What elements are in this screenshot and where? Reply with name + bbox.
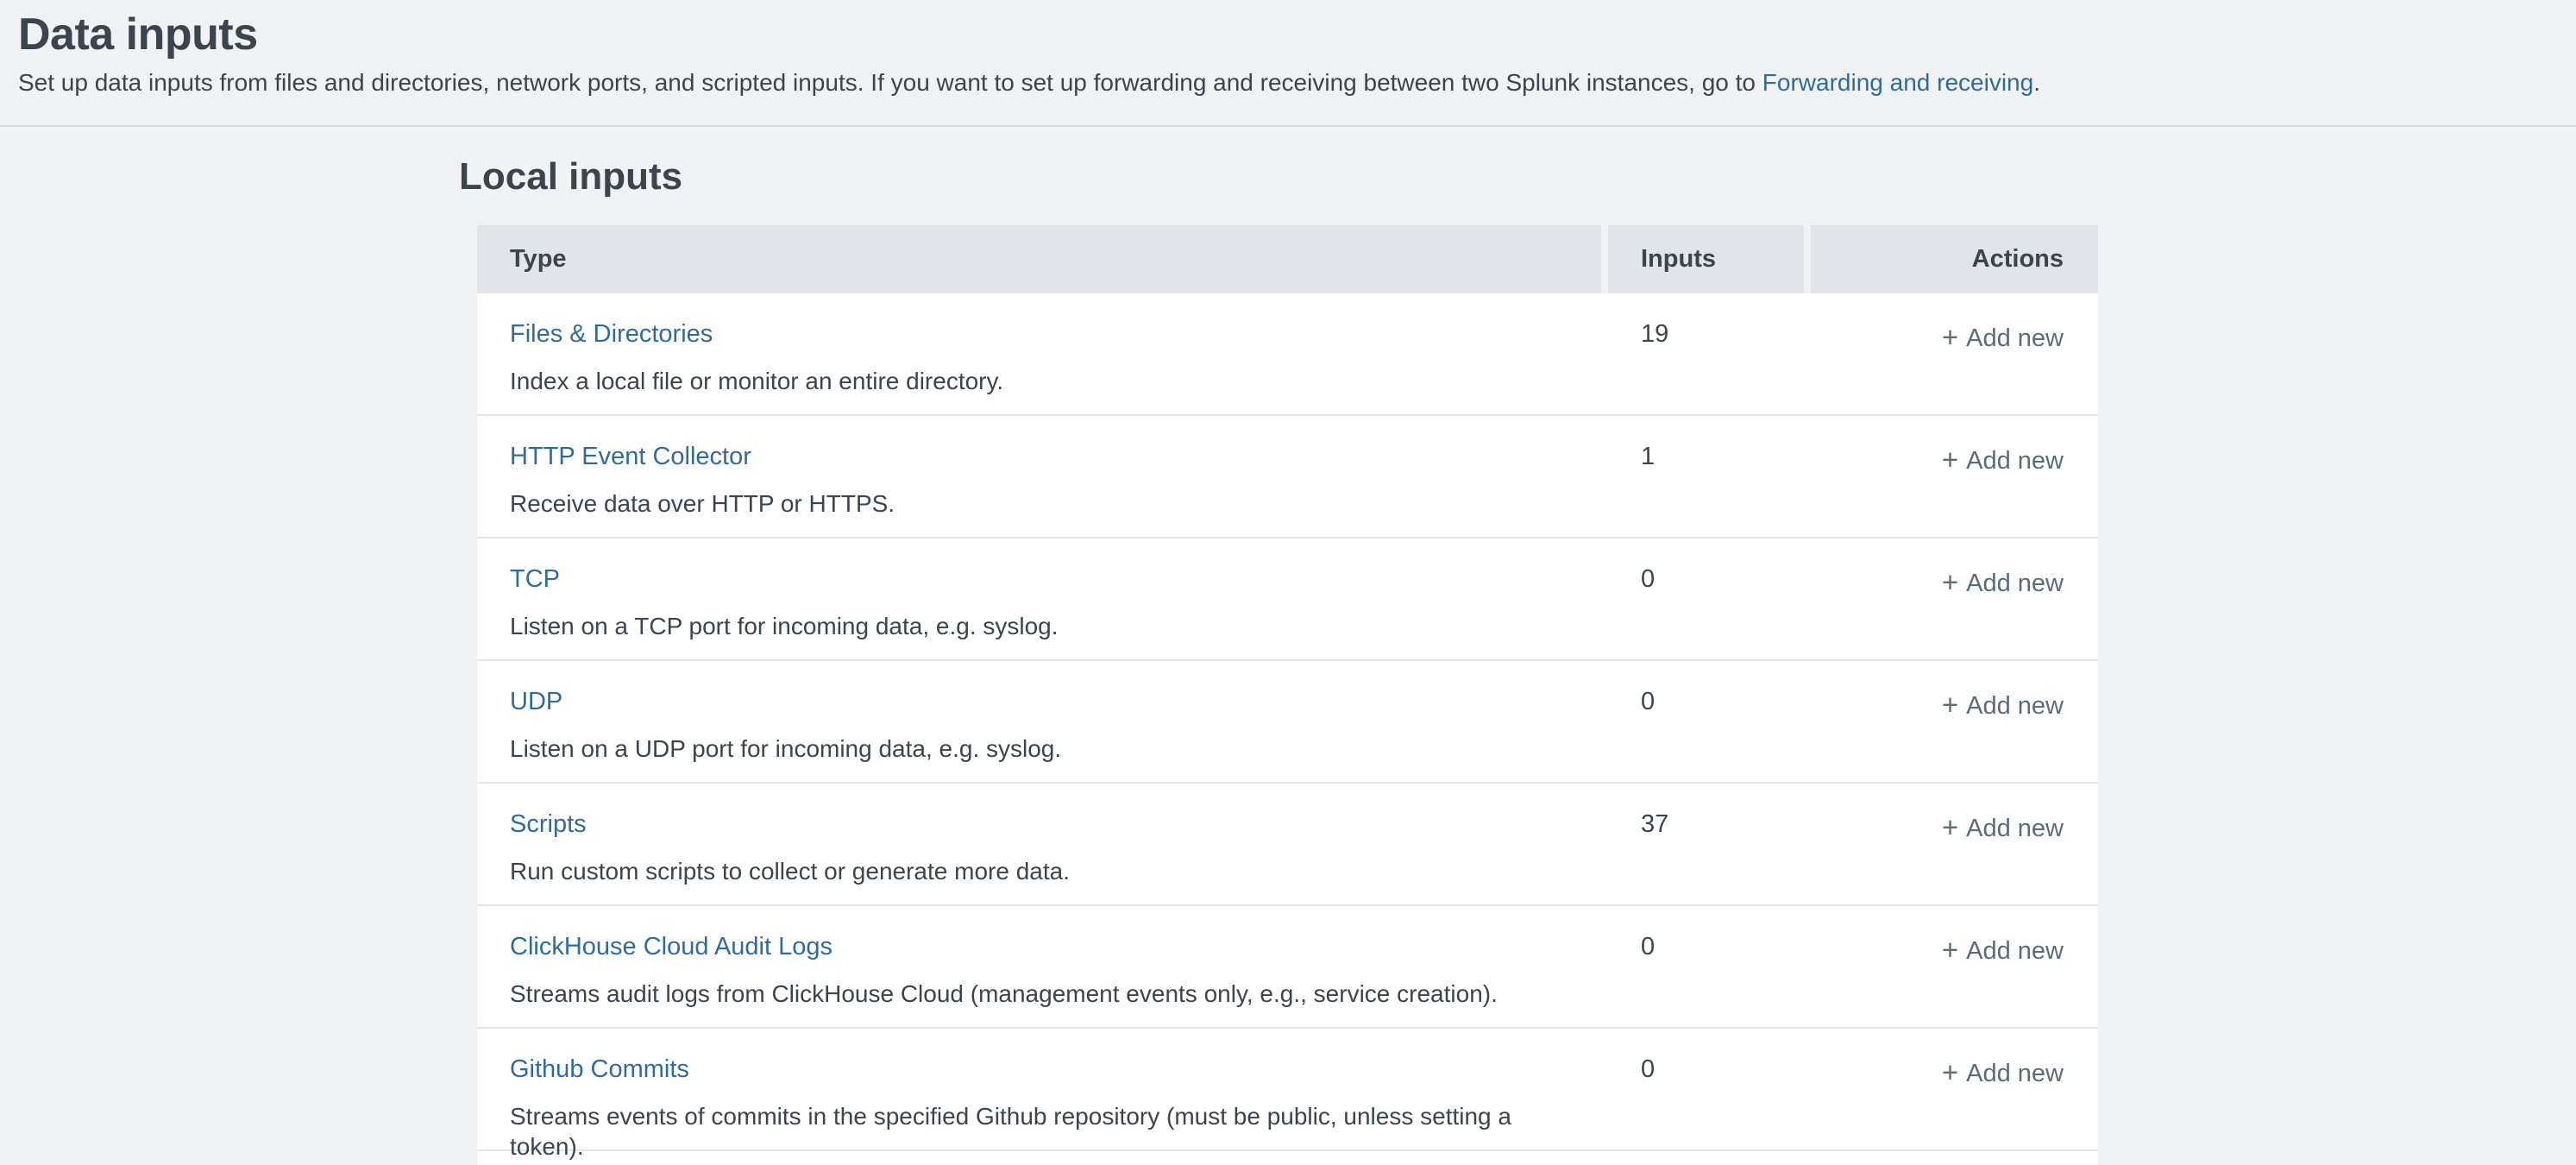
inputs-count-cell: 19	[1608, 319, 1804, 414]
add-new-label: Add new	[1966, 324, 2064, 352]
inputs-count-value: 37	[1641, 810, 1668, 838]
table-row: ClickHouse Cloud Audit Logs Streams audi…	[477, 906, 2098, 1029]
input-type-link[interactable]: Scripts	[510, 809, 587, 840]
table-row: Github Commits Streams events of commits…	[477, 1029, 2098, 1151]
input-type-description: Run custom scripts to collect or generat…	[510, 856, 1568, 886]
add-new-label: Add new	[1966, 1060, 2064, 1087]
subtitle-period: .	[2033, 69, 2040, 96]
table-row: TCP Listen on a TCP port for incoming da…	[477, 538, 2098, 661]
table-row: Files & Directories Index a local file o…	[477, 293, 2098, 416]
inputs-count-value: 0	[1641, 688, 1655, 715]
inputs-count-value: 0	[1641, 1055, 1655, 1083]
add-new-link[interactable]: +Add new	[1942, 1060, 2064, 1087]
inputs-count-cell: 0	[1608, 1055, 1804, 1162]
input-type-description: Listen on a UDP port for incoming data, …	[510, 734, 1568, 764]
actions-cell: + Add new	[1811, 564, 2098, 659]
type-cell: Scripts Run custom scripts to collect or…	[477, 809, 1601, 904]
page-subtitle: Set up data inputs from files and direct…	[18, 67, 2555, 98]
plus-icon: +	[1942, 566, 1958, 598]
input-type-description: Streams events of commits in the specifi…	[510, 1101, 1568, 1162]
add-new-link[interactable]: + Add new	[1942, 937, 2064, 965]
add-new-link[interactable]: + Add new	[1942, 447, 2064, 475]
table-row: UDP Listen on a UDP port for incoming da…	[477, 661, 2098, 784]
actions-cell: + Add new	[1811, 319, 2098, 414]
inputs-count-cell: 0	[1608, 687, 1804, 782]
input-type-description: Index a local file or monitor an entire …	[510, 366, 1568, 396]
actions-cell: + Add new	[1811, 1055, 2098, 1162]
input-type-link[interactable]: TCP	[510, 564, 560, 595]
add-new-link[interactable]: +Add new	[1942, 815, 2064, 842]
plus-icon: +	[1942, 1056, 1958, 1088]
actions-cell: + Add new	[1811, 809, 2098, 904]
type-cell: UDP Listen on a UDP port for incoming da…	[477, 687, 1601, 782]
local-inputs-heading: Local inputs	[459, 156, 2576, 198]
plus-icon: +	[1942, 444, 1958, 475]
add-new-label: Add new	[1966, 937, 2064, 965]
inputs-count-cell: 1	[1608, 442, 1804, 537]
input-type-link[interactable]: Files & Directories	[510, 319, 713, 350]
column-header-inputs: Inputs	[1608, 225, 1804, 293]
forwarding-and-receiving-link[interactable]: Forwarding and receiving	[1762, 69, 2033, 96]
plus-icon: +	[1942, 934, 1958, 966]
add-new-link[interactable]: + Add new	[1942, 692, 2064, 720]
table-body: Files & Directories Index a local file o…	[477, 293, 2098, 1151]
table-header-row: Type Inputs Actions	[477, 225, 2098, 293]
type-cell: HTTP Event Collector Receive data over H…	[477, 442, 1601, 537]
plus-icon: +	[1942, 811, 1958, 843]
input-type-description: Receive data over HTTP or HTTPS.	[510, 488, 1568, 519]
add-new-label: Add new	[1966, 570, 2064, 597]
add-new-label: Add new	[1966, 447, 2064, 475]
input-type-description: Listen on a TCP port for incoming data, …	[510, 611, 1568, 641]
inputs-count-value: 0	[1641, 933, 1655, 960]
column-header-type: Type	[477, 225, 1601, 293]
input-type-description: Streams audit logs from ClickHouse Cloud…	[510, 979, 1568, 1009]
local-inputs-table: Type Inputs Actions Files & Directories …	[477, 225, 2098, 1165]
input-type-link[interactable]: HTTP Event Collector	[510, 442, 751, 472]
content-area: Local inputs Type Inputs Actions Files &…	[0, 127, 2576, 1165]
input-type-link[interactable]: UDP	[510, 687, 562, 717]
data-inputs-page: Data inputs Set up data inputs from file…	[0, 0, 2576, 1165]
table-row: Scripts Run custom scripts to collect or…	[477, 784, 2098, 906]
page-title: Data inputs	[18, 10, 2555, 60]
type-cell: ClickHouse Cloud Audit Logs Streams audi…	[477, 932, 1601, 1027]
inputs-count-cell: 0	[1608, 564, 1804, 659]
add-new-label: Add new	[1966, 692, 2064, 720]
add-new-label: Add new	[1966, 815, 2064, 842]
type-cell: Github Commits Streams events of commits…	[477, 1055, 1601, 1162]
inputs-count-cell: 37	[1608, 809, 1804, 904]
input-type-link[interactable]: Github Commits	[510, 1055, 689, 1085]
add-new-link[interactable]: + Add new	[1942, 324, 2064, 352]
inputs-count-value: 0	[1641, 565, 1655, 593]
inputs-count-value: 19	[1641, 320, 1668, 348]
table-row: HTTP Event Collector Receive data over H…	[477, 416, 2098, 538]
actions-cell: + Add new	[1811, 932, 2098, 1027]
type-cell: Files & Directories Index a local file o…	[477, 319, 1601, 414]
type-cell: TCP Listen on a TCP port for incoming da…	[477, 564, 1601, 659]
input-type-link[interactable]: ClickHouse Cloud Audit Logs	[510, 932, 832, 962]
page-header: Data inputs Set up data inputs from file…	[0, 0, 2576, 127]
plus-icon: +	[1942, 321, 1958, 353]
inputs-count-value: 1	[1641, 443, 1655, 470]
subtitle-text: Set up data inputs from files and direct…	[18, 69, 1762, 96]
actions-cell: + Add new	[1811, 687, 2098, 782]
plus-icon: +	[1942, 689, 1958, 721]
actions-cell: + Add new	[1811, 442, 2098, 537]
inputs-count-cell: 0	[1608, 932, 1804, 1027]
column-header-actions: Actions	[1811, 225, 2098, 293]
add-new-link[interactable]: +Add new	[1942, 570, 2064, 597]
